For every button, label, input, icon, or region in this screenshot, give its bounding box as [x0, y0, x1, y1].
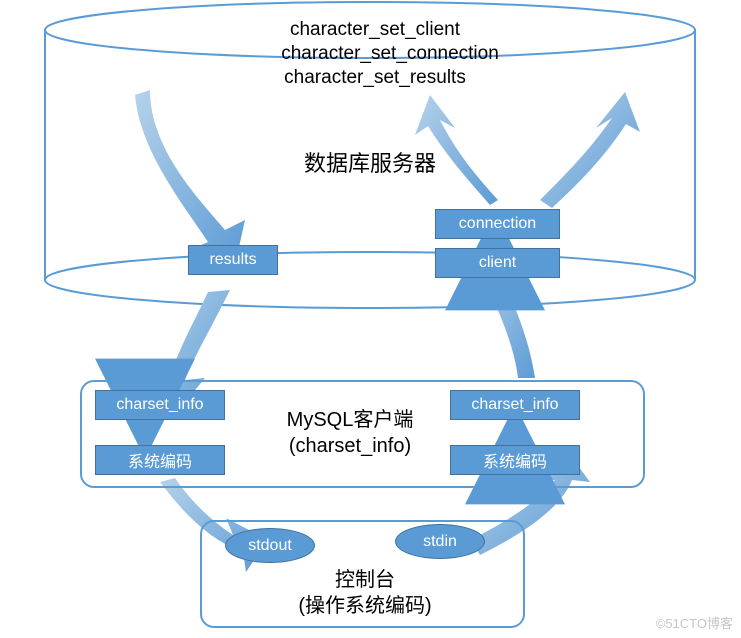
sysenc-left-box: 系统编码 [95, 445, 225, 475]
console-line2: (操作系统编码) [275, 594, 455, 619]
sysenc-right-box: 系统编码 [450, 445, 580, 475]
charset-info-right-label: charset_info [471, 396, 558, 414]
connection-box: connection [435, 209, 560, 239]
mysql-client-line2: (charset_info) [265, 434, 435, 459]
charset-line1: character_set_client [250, 18, 500, 43]
charset-line3: character_set_results [250, 66, 500, 91]
watermark: ©51CTO博客 [656, 613, 733, 632]
charset-info-right-box: charset_info [450, 390, 580, 420]
sysenc-left-label: 系统编码 [128, 448, 192, 472]
mysql-client-line1: MySQL客户端 [265, 408, 435, 433]
client-label: client [479, 254, 516, 272]
charset-info-left-box: charset_info [95, 390, 225, 420]
arrow-server-to-results [135, 90, 245, 265]
sysenc-right-label: 系统编码 [483, 448, 547, 472]
charset-info-left-label: charset_info [116, 396, 203, 414]
arrow-connection-out-right [540, 92, 640, 208]
charset-line2: character_set_connection [250, 42, 530, 67]
results-box: results [188, 245, 278, 275]
db-server-heading: 数据库服务器 [285, 150, 455, 178]
client-box: client [435, 248, 560, 278]
stdout-ellipse: stdout [225, 528, 315, 563]
stdin-ellipse: stdin [395, 524, 485, 559]
stdout-label: stdout [248, 537, 292, 555]
console-line1: 控制台 [300, 568, 430, 593]
stdin-label: stdin [423, 533, 457, 551]
connection-label: connection [459, 215, 536, 233]
results-label: results [209, 251, 256, 269]
